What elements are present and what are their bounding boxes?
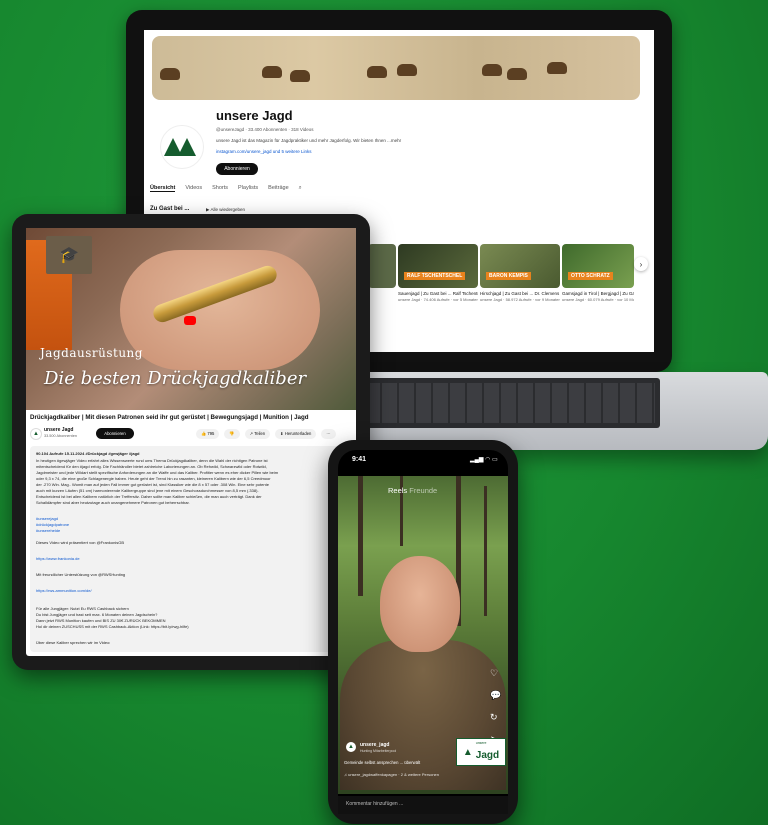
description-line: Jagdmeister und jede Wildart stellt spez… [36, 470, 279, 475]
channel-meta: @unsereJagd · 33.400 Abonnenten · 318 Vi… [216, 127, 314, 132]
logo-text-top: unsere [475, 741, 487, 745]
hero-title: Die besten Drückjagdkaliber [44, 368, 307, 389]
tab-videos[interactable]: Videos [185, 185, 202, 192]
tab-overview[interactable]: Übersicht [150, 185, 176, 192]
more-button[interactable]: ··· [321, 429, 336, 439]
subscribe-button[interactable]: Abonnieren [216, 163, 258, 175]
video-thumbnail[interactable]: OTTO SCHRATZ [562, 244, 634, 288]
subscribe-button[interactable]: Abonnieren [96, 428, 134, 439]
description-line: mitentscheidend für den #jagd erfolg. Di… [36, 464, 267, 469]
hashtag-link[interactable]: #unserehelde [36, 528, 60, 533]
reel-avatar[interactable]: ▲ [346, 742, 356, 752]
description-line: Schalldämpfer sind aber heutzutage auch … [36, 500, 190, 505]
download-button[interactable]: ⬇ Herunterladen [275, 429, 317, 439]
description-line: Entscheidend ist bei allen Kalibern natü… [36, 494, 262, 499]
sponsor-link[interactable]: https://rws-ammunition.com/de/ [36, 588, 92, 593]
logo-trees-icon: ▲ [462, 746, 473, 758]
reel-caption[interactable]: Gemeinde selbst ansprechen ... überwält [344, 760, 420, 765]
description-footer: Über diese Kaliber sprechen wir im Video… [36, 640, 111, 645]
thumbnail-tag: OTTO SCHRATZ [568, 272, 613, 280]
promo-line: Du bist Jungjäger und hast seit max. 6 M… [36, 612, 158, 617]
remix-icon[interactable]: ↻ [490, 712, 498, 723]
channel-links[interactable]: instagram.com/unsere_jagd und 5 weitere … [216, 149, 312, 154]
unsere-jagd-logo: ▲ unsere Jagd [456, 738, 506, 766]
heart-icon[interactable]: ♡ [490, 668, 498, 679]
tab-shorts[interactable]: Shorts [212, 185, 228, 192]
video-title[interactable]: Gamsjagd in Tirol | Bergjagd | Zu Gast b… [562, 291, 634, 296]
sponsor-link[interactable]: https://www.frankonia.de [36, 556, 80, 561]
description-line: oder 9,3 x 74, die eine große Schlagener… [36, 476, 271, 481]
status-icons: ▂▄▆ ◠ ▭ [470, 457, 498, 463]
tab-friends[interactable]: Freunde [409, 486, 437, 495]
comment-icon[interactable]: 💬 [490, 690, 501, 701]
video-title: Drückjagdkaliber | Mit diesen Patronen s… [30, 414, 309, 421]
video-stats: unsere Jagd · 60.079 Aufrufe · vor 10 Mo… [562, 297, 634, 302]
description-stats: 90.104 Aufrufe 15.11.2024 #Drückjagd #ge… [36, 451, 140, 456]
status-time: 9:41 [352, 456, 367, 463]
channel-banner [152, 36, 640, 100]
keyboard-keys [365, 383, 655, 423]
promo-line: Für alle Jungjäger: Nutzt Eu RWS Cashbac… [36, 606, 129, 611]
video-card[interactable]: OTTO SCHRATZ Gamsjagd in Tirol | Bergjag… [562, 244, 634, 302]
tab-posts[interactable]: Beiträge [268, 185, 289, 192]
logo-text: Jagd [475, 750, 500, 761]
channel-name: unsere Jagd [216, 108, 293, 123]
hashtag-link[interactable]: #drückjagdpatrone [36, 522, 69, 527]
hashtag-link[interactable]: #unserejagd [36, 516, 58, 521]
description-line: der .270 Win. Mag.. Womit man auf jeden … [36, 482, 269, 487]
video-thumbnail[interactable]: BARON KEMPIS [480, 244, 560, 288]
person-face [380, 556, 460, 652]
reel-username[interactable]: unsere_jagd [360, 742, 389, 748]
description-line: In heutigen #gewjäger Video erfahrt alle… [36, 458, 268, 463]
dislike-button[interactable]: 👎 [224, 429, 240, 439]
video-title[interactable]: Sauenjagd | Zu Gast bei ... Ralf Tschent… [398, 291, 478, 296]
video-title[interactable]: Hirschjagd | Zu Gast bei ... Dr. Clemens… [480, 291, 560, 296]
video-thumbnail[interactable] [368, 244, 396, 288]
channel-name[interactable]: unsere Jagd [44, 427, 73, 433]
video-thumbnail[interactable]: RALF TSCHENTSCHEL [398, 244, 478, 288]
thumbnail-tag: BARON KEMPIS [486, 272, 531, 280]
video-actions: 👍 795 👎 ↗ Teilen ⬇ Herunterladen ··· [196, 429, 336, 439]
reel-user-subtitle: Hunting Mitarbeiterpool [360, 749, 397, 753]
video-stats: unsere Jagd · 58.972 Aufrufe · vor 9 Mon… [480, 297, 560, 302]
shelf-title: Zu Gast bei ... [150, 206, 190, 212]
share-button[interactable]: ↗ Teilen [244, 429, 271, 439]
play-icon[interactable] [184, 316, 196, 325]
comment-input[interactable]: Kommentar hinzufügen ... [346, 801, 403, 807]
video-card[interactable]: BARON KEMPIS Hirschjagd | Zu Gast bei ..… [480, 244, 560, 302]
video-stats: unsere Jagd · 74.406 Aufrufe · vor 5 Mon… [398, 297, 478, 302]
support-line: Mit freundlicher Unterstützung von @RWSH… [36, 572, 126, 577]
search-icon[interactable]: ⌕ [299, 185, 302, 192]
thumbnail-tag: RALF TSCHENTSCHEL [404, 272, 466, 280]
tab-playlists[interactable]: Playlists [238, 185, 258, 192]
reels-header: Reels Freunde [388, 486, 437, 495]
tab-reels[interactable]: Reels [388, 486, 407, 495]
channel-subscribers: 33.500 Abonnenten [44, 434, 77, 438]
channel-avatar[interactable]: ▲ [30, 428, 42, 440]
channel-avatar[interactable] [160, 125, 204, 169]
description-line: auch mit kurzen Läufen (51 cm) harmonier… [36, 488, 259, 493]
presented-by: Dieses Video wird präsentiert von @Frank… [36, 540, 125, 545]
promo-line: Dann jetzt RWS Munition kaufen und BIS Z… [36, 618, 166, 623]
channel-tabs: Übersicht Videos Shorts Playlists Beiträ… [150, 185, 302, 192]
hand-image [120, 250, 320, 370]
channel-description[interactable]: unsere Jagd ist das Magazin für Jagdprak… [216, 138, 401, 143]
like-button[interactable]: 👍 795 [196, 429, 220, 439]
promo-line: Hol dir deinen ZUSCHUSS mit der RWS Cash… [36, 624, 189, 629]
channel-watermark-icon: 🎓 [46, 236, 92, 274]
play-all-button[interactable]: ▶ Alle wiedergeben [206, 207, 245, 213]
video-card[interactable]: RALF TSCHENTSCHEL Sauenjagd | Zu Gast be… [398, 244, 478, 302]
reel-audio[interactable]: ♫ unsere_jagdwaffenkapagen · 2 & weitere… [344, 772, 439, 777]
person-jacket [340, 640, 506, 790]
chevron-right-icon[interactable]: › [634, 257, 648, 271]
hero-subtitle: Jagdausrüstung [40, 346, 143, 360]
